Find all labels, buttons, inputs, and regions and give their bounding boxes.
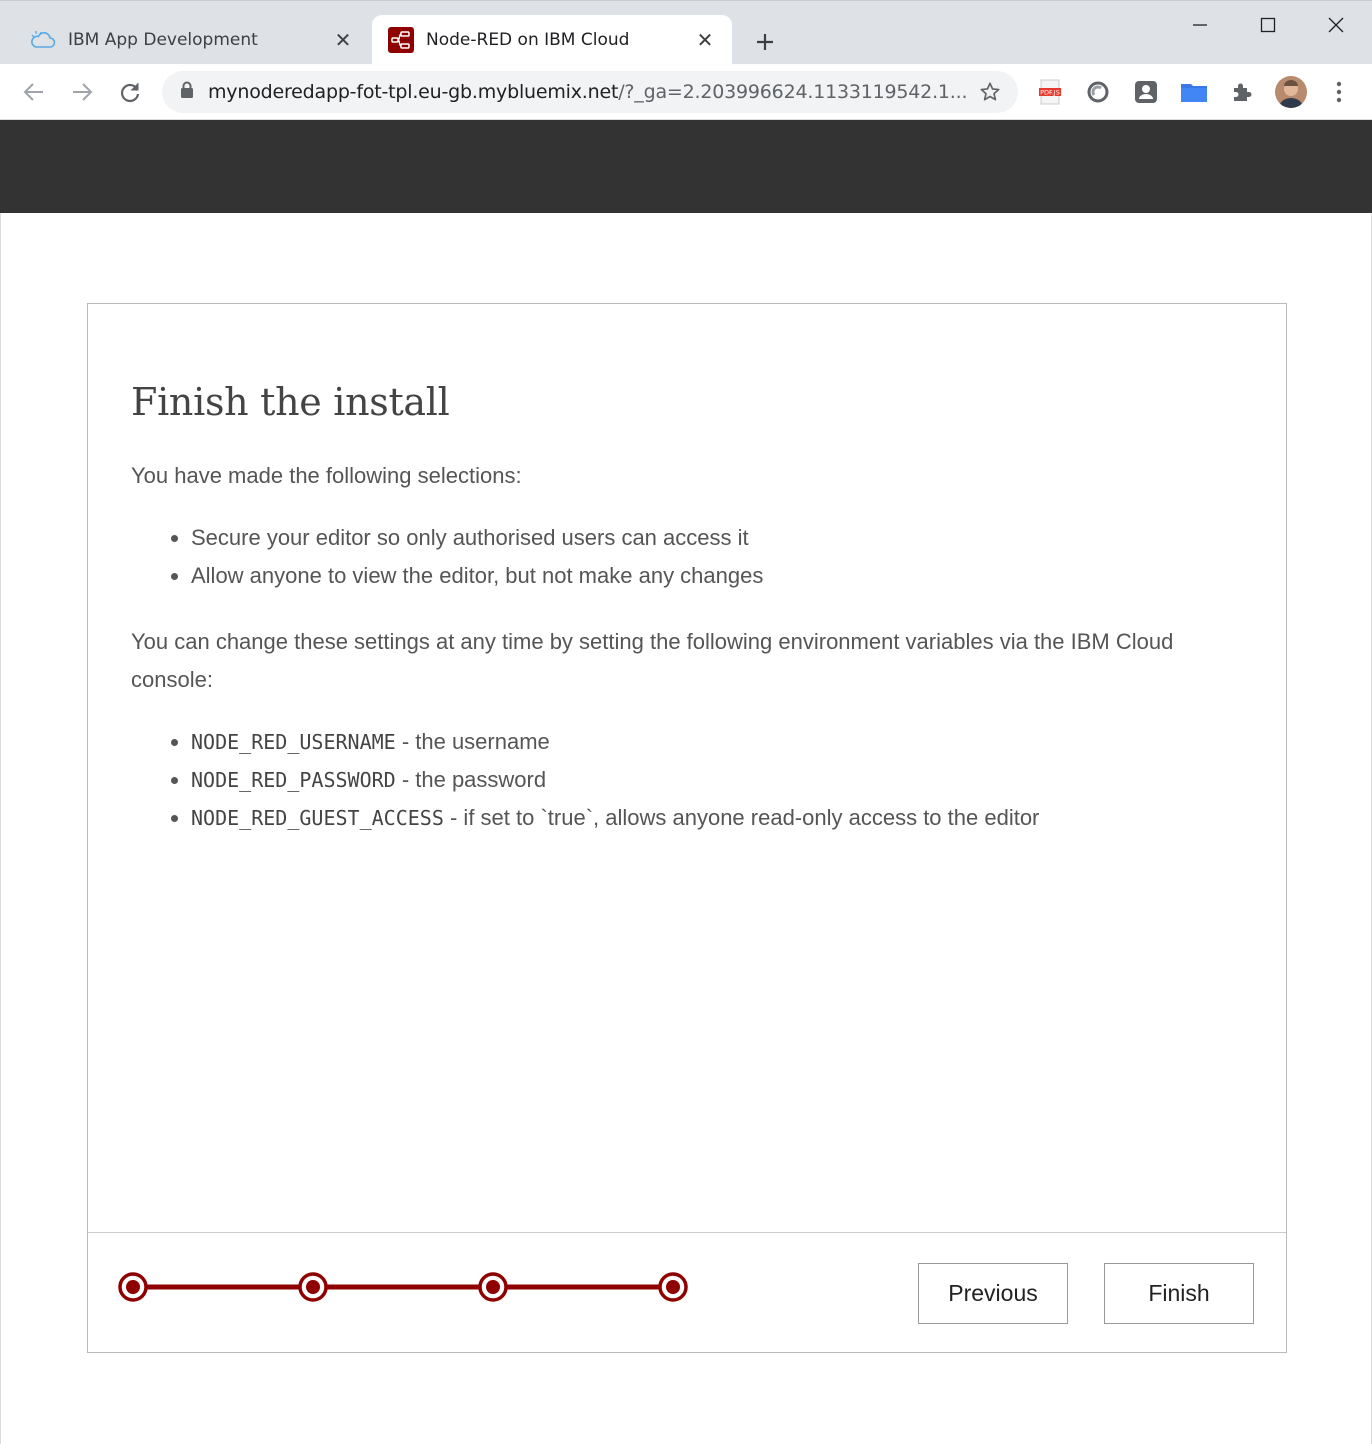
progress-step-3 [478, 1272, 508, 1302]
page-title: Finish the install [131, 380, 450, 424]
folder-icon[interactable] [1178, 76, 1210, 108]
dialog-content: Finish the install You have made the fol… [131, 380, 1241, 837]
maximize-icon[interactable] [1234, 1, 1302, 49]
node-red-icon [388, 27, 414, 53]
list-item: NODE_RED_GUEST_ACCESS - if set to `true`… [191, 799, 1241, 837]
tab-title: Node-RED on IBM Cloud [426, 30, 630, 50]
change-settings-note: You can change these settings at any tim… [131, 629, 1174, 692]
tab-title: IBM App Development [68, 30, 258, 50]
browser-toolbar: mynoderedapp-fot-tpl.eu-gb.mybluemix.net… [0, 64, 1372, 120]
list-item: Secure your editor so only authorised us… [191, 519, 1241, 557]
circle-extension-icon[interactable] [1082, 76, 1114, 108]
progress-step-2 [298, 1272, 328, 1302]
cloud-icon [30, 27, 56, 53]
url-query: /?_ga=2.203996624.1133119542.1... [618, 81, 968, 103]
tab-ibm-app-development[interactable]: IBM App Development ✕ [14, 15, 370, 65]
progress-step-1 [118, 1272, 148, 1302]
selections-intro: You have made the following selections: [131, 463, 522, 488]
profile-card-icon[interactable] [1130, 76, 1162, 108]
tab-node-red-on-ibm-cloud[interactable]: Node-RED on IBM Cloud ✕ [372, 15, 732, 65]
progress-stepper [118, 1272, 688, 1302]
setup-wizard-dialog: Finish the install You have made the fol… [87, 303, 1287, 1353]
puzzle-icon[interactable] [1226, 76, 1258, 108]
env-var-desc: - the username [395, 729, 550, 754]
env-var-name: NODE_RED_PASSWORD [191, 768, 396, 792]
env-vars-list: NODE_RED_USERNAME - the username NODE_RE… [131, 723, 1241, 837]
env-var-name: NODE_RED_GUEST_ACCESS [191, 806, 444, 830]
avatar[interactable] [1275, 76, 1307, 108]
list-item: Allow anyone to view the editor, but not… [191, 557, 1241, 595]
svg-text:PDF.JS: PDF.JS [1040, 89, 1060, 97]
new-tab-button[interactable] [748, 25, 782, 59]
back-arrow-icon[interactable] [16, 74, 52, 110]
finish-button[interactable]: Finish [1104, 1263, 1254, 1324]
close-icon[interactable]: ✕ [690, 25, 720, 55]
previous-button[interactable]: Previous [918, 1263, 1068, 1324]
close-icon[interactable]: ✕ [328, 25, 358, 55]
bookmark-star-icon[interactable] [970, 72, 1010, 112]
env-var-desc: - if set to `true`, allows anyone read-o… [443, 805, 1040, 830]
lock-icon[interactable] [180, 81, 194, 104]
list-item: NODE_RED_PASSWORD - the password [191, 761, 1241, 799]
kebab-menu-icon[interactable] [1323, 76, 1355, 108]
window-close-icon[interactable] [1302, 1, 1370, 49]
reload-icon[interactable] [112, 74, 148, 110]
minimize-icon[interactable] [1166, 1, 1234, 49]
env-var-desc: - the password [395, 767, 547, 792]
env-var-name: NODE_RED_USERNAME [191, 730, 396, 754]
address-bar[interactable]: mynoderedapp-fot-tpl.eu-gb.mybluemix.net… [162, 71, 1018, 113]
dialog-footer: Previous Finish [88, 1232, 1286, 1353]
selections-list: Secure your editor so only authorised us… [131, 519, 1241, 595]
progress-step-4 [658, 1272, 688, 1302]
pdf-icon[interactable]: PDF.JS [1034, 76, 1066, 108]
list-item: NODE_RED_USERNAME - the username [191, 723, 1241, 761]
tab-bar: IBM App Development ✕ Node-RED on IBM Cl… [0, 0, 1372, 65]
url-host: mynoderedapp-fot-tpl.eu-gb.mybluemix.net [208, 81, 619, 103]
url-text[interactable]: mynoderedapp-fot-tpl.eu-gb.mybluemix.net… [208, 81, 970, 103]
page-header-bar [0, 120, 1372, 213]
forward-arrow-icon[interactable] [64, 74, 100, 110]
